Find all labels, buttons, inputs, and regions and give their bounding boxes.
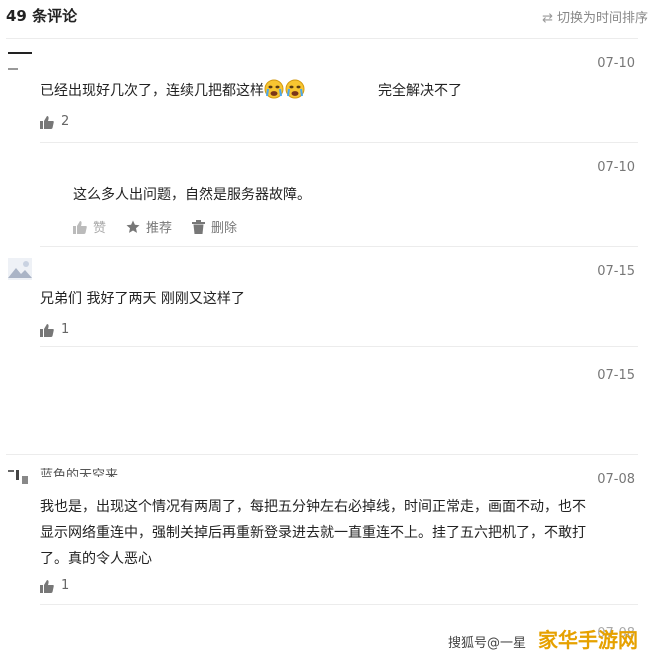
comment-text: 这么多人出问题，自然是服务器故障。 — [73, 187, 311, 203]
comment-text-part: 完全解决不了 — [378, 83, 462, 99]
comment-date: 07-15 — [597, 368, 635, 383]
comment-count: 49 条评论 — [6, 7, 78, 25]
like-button[interactable]: 1 — [40, 322, 69, 337]
sort-label: 切换为时间排序 — [556, 11, 648, 26]
avatar[interactable] — [8, 466, 32, 488]
comment-text-line: 我也是，出现这个情况有两周了，每把五分钟左右必掉线，时间正常走，画面不动，也不 — [40, 499, 586, 515]
comment-date: 07-15 — [597, 264, 635, 279]
comment-item: 07-10 这么多人出问题，自然是服务器故障。 赞 推荐 删除 — [0, 150, 648, 246]
recommend-label: 推荐 — [146, 221, 173, 236]
delete-button[interactable]: 删除 — [192, 217, 237, 236]
thumbs-up-icon — [73, 220, 87, 234]
crying-face-icon — [264, 79, 284, 99]
comment-text: 我也是，出现这个情况有两周了，每把五分钟左右必掉线，时间正常走，画面不动，也不 … — [40, 494, 636, 572]
thumbs-up-icon — [40, 115, 54, 129]
divider — [40, 246, 638, 247]
reply-actions: 赞 推荐 删除 — [73, 217, 257, 236]
like-label: 赞 — [93, 221, 107, 236]
comment-item: 07-10 已经出现好几次了，连续几把都这样 完全解决不了 2 — [0, 46, 648, 142]
like-button[interactable]: 赞 — [73, 217, 106, 236]
comment-item: 07-15 兄弟们 我好了两天 刚刚又这样了 1 — [0, 254, 648, 346]
thumbs-up-icon — [40, 579, 54, 593]
avatar[interactable] — [8, 50, 32, 72]
star-icon — [126, 220, 140, 233]
comment-date: 07-10 — [597, 56, 635, 71]
like-button[interactable]: 1 — [40, 578, 69, 593]
comment-text: 已经出现好几次了，连续几把都这样 完全解决不了 — [40, 78, 630, 104]
divider — [40, 346, 638, 347]
avatar[interactable] — [8, 258, 32, 280]
comment-date: 07-10 — [597, 160, 635, 175]
comment-text-line: 显示网络重连中，强制关掉后再重新登录进去就一直重连不上。挂了五六把机了，不敢打 — [40, 525, 586, 541]
divider — [40, 142, 638, 143]
sort-toggle[interactable]: ⇄ 切换为时间排序 — [542, 7, 648, 26]
comments-header: 49 条评论 ⇄ 切换为时间排序 — [0, 0, 648, 34]
delete-label: 删除 — [211, 221, 238, 236]
crying-face-icon — [285, 79, 305, 99]
username-partial[interactable]: 蓝色的天空来 — [40, 468, 118, 477]
sohu-watermark: 搜狐号@一星 — [448, 636, 527, 651]
like-button[interactable]: 2 — [40, 114, 69, 129]
like-count: 1 — [61, 322, 70, 337]
swap-icon: ⇄ — [542, 11, 553, 26]
site-watermark: 家华手游网 — [538, 628, 638, 652]
thumbs-up-icon — [40, 323, 54, 337]
like-count: 2 — [61, 114, 70, 129]
recommend-button[interactable]: 推荐 — [126, 217, 172, 236]
like-count: 1 — [61, 578, 70, 593]
comment-item: 07-15 — [0, 354, 648, 454]
comment-text-part: 已经出现好几次了，连续几把都这样 — [40, 83, 264, 99]
comment-text-line: 了。真的令人恶心 — [40, 551, 152, 567]
divider — [6, 454, 638, 455]
trash-icon — [192, 219, 206, 234]
divider — [40, 604, 638, 605]
comment-date: 07-08 — [597, 472, 635, 487]
comment-text: 兄弟们 我好了两天 刚刚又这样了 — [40, 291, 245, 307]
divider — [6, 38, 638, 39]
